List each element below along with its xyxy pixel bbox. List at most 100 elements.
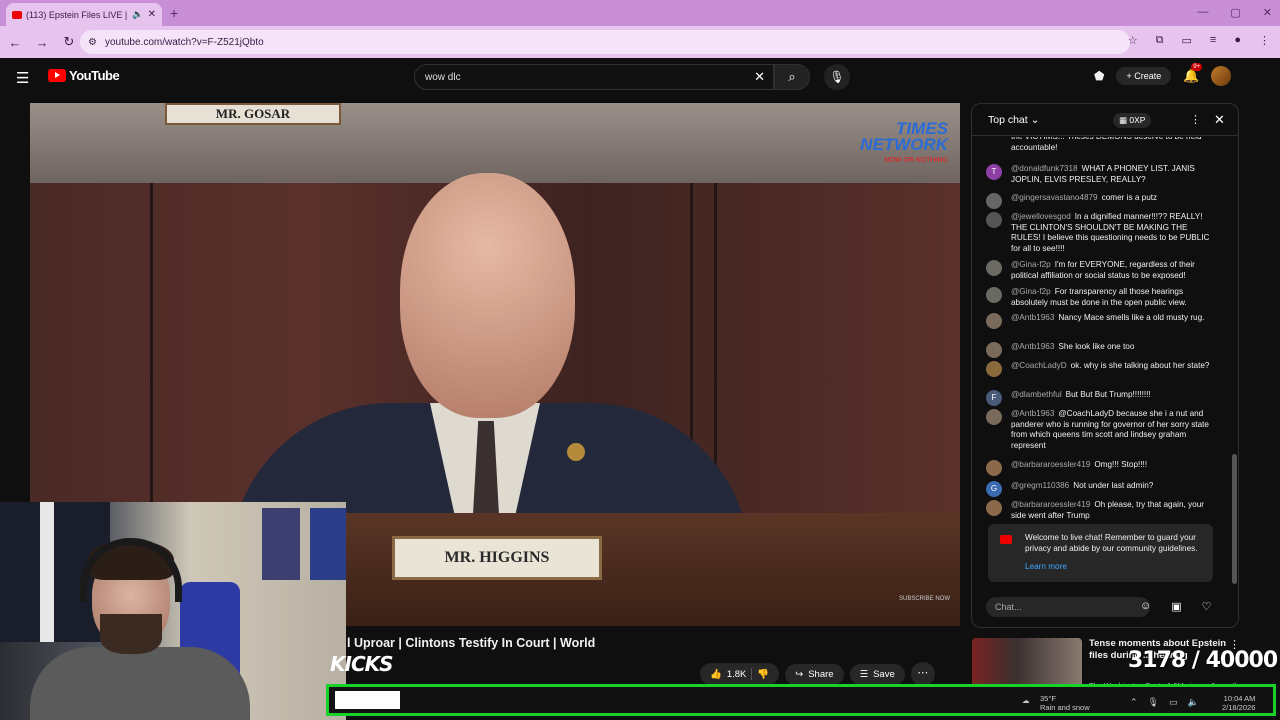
chat-message: the VICTIMS!!! Theses DEMONS deserve to … (986, 137, 1218, 153)
learn-more-link[interactable]: Learn more (1025, 561, 1067, 572)
share-label: Share (808, 668, 834, 680)
nameplate-higgins: MR. HIGGINS (392, 536, 602, 580)
chat-author[interactable]: @Gina-f2p (1011, 287, 1051, 296)
webcam-overlay (0, 502, 346, 720)
chat-message-text: the VICTIMS!!! Theses DEMONS deserve to … (1011, 137, 1202, 152)
cast-icon[interactable]: ⬟ (1094, 69, 1104, 83)
voice-search-button[interactable]: 🎙 (824, 64, 850, 90)
more-actions-icon[interactable]: ⋯ (910, 662, 935, 686)
chat-message: @Antb1963 @CoachLadyD because she i a nut… (986, 409, 1218, 451)
chat-input[interactable]: Chat... (986, 597, 1150, 617)
site-info-icon[interactable]: ⚙ (88, 37, 97, 48)
speaker-icon[interactable]: 🔈 (1188, 697, 1199, 708)
back-icon[interactable]: ← (3, 35, 27, 50)
minimize-icon[interactable]: — (1197, 6, 1208, 19)
search-value: wow dlc (425, 71, 461, 83)
chat-scrollbar[interactable] (1232, 454, 1237, 584)
chat-author[interactable]: @barbararoessler419 (1011, 460, 1090, 469)
profile-icon[interactable]: ● (1234, 34, 1241, 47)
chat-author[interactable]: @gregm110386 (1011, 481, 1069, 490)
chat-author[interactable]: @barbararoessler419 (1011, 500, 1090, 509)
browser-tab[interactable]: (113) Epstein Files LIVE | Cli 🔈 ✕ (6, 3, 162, 26)
microphone-icon[interactable]: 🎙 (1148, 697, 1159, 708)
chat-author[interactable]: @donaldfunk7318 (1011, 164, 1078, 173)
channel-points-badge[interactable]: ▦ 0XP (1113, 113, 1152, 128)
chat-author[interactable]: @Antb1963 (1011, 409, 1054, 418)
chat-message: @gingersavastano4879 comer is a putz (986, 193, 1218, 209)
save-button[interactable]: ☰ Save (849, 663, 905, 685)
chat-more-icon[interactable]: ⋮ (1190, 113, 1201, 126)
display-icon[interactable]: ▭ (1169, 697, 1178, 708)
share-icon: ↪ (795, 668, 804, 680)
star-icon[interactable]: ☆ (1128, 34, 1138, 47)
chat-author[interactable]: @Antb1963 (1011, 313, 1054, 322)
maximize-icon[interactable]: ▢ (1230, 6, 1240, 19)
speaker-icon[interactable]: 🔈 (132, 9, 143, 20)
url-text: youtube.com/watch?v=F-Z521jQbto (104, 36, 264, 48)
chat-avatar (986, 460, 1002, 476)
chat-avatar (986, 361, 1002, 377)
chat-message-text: Not under last admin? (1073, 481, 1154, 490)
streamer-shirt (30, 647, 250, 720)
hamburger-icon[interactable]: ☰ (16, 69, 29, 87)
speaker-head (400, 173, 575, 418)
chat-message: T @donaldfunk7318 WHAT A PHONEY LIST. JAN… (986, 164, 1218, 185)
recommended-thumbnail[interactable] (972, 638, 1082, 688)
new-tab-icon[interactable]: + (170, 5, 178, 21)
search-input[interactable]: wow dlc ✕ (414, 64, 774, 90)
like-dislike-group: 👍 1.8K 👎 (700, 663, 780, 685)
browser-toolbar: ← → ↻ ⚙ youtube.com/watch?v=F-Z521jQbto … (0, 26, 1280, 58)
wall-poster (262, 508, 300, 580)
chat-author[interactable]: @Antb1963 (1011, 342, 1054, 351)
wall-poster (310, 508, 346, 580)
notifications-bell-icon[interactable]: 🔔 9+ (1183, 63, 1203, 84)
youtube-logo[interactable]: YouTube (48, 68, 120, 83)
create-label: Create (1134, 71, 1162, 81)
heart-icon[interactable]: ♡ (1202, 600, 1212, 613)
kebab-menu-icon[interactable]: ⋮ (1259, 34, 1270, 47)
chevron-up-icon[interactable]: ⌃ (1130, 697, 1138, 708)
extensions-icon[interactable]: ⧉ (1156, 34, 1164, 47)
chat-message: @Gina-f2p For transparency all those hear… (986, 287, 1218, 308)
forward-icon[interactable]: → (30, 35, 54, 50)
share-button[interactable]: ↪ Share (785, 663, 844, 685)
clock[interactable]: 10:04 AM 2/18/2026 (1222, 694, 1255, 712)
header-actions: ⬟ + Create 🔔 9+ (1094, 63, 1232, 86)
clear-search-icon[interactable]: ✕ (754, 69, 765, 85)
create-button[interactable]: + Create (1116, 67, 1172, 85)
watermark-sub: NOW OR NOTHING (884, 157, 948, 164)
chat-author[interactable]: @dlambethful (1011, 390, 1062, 399)
dislike-icon[interactable]: 👎 (757, 669, 769, 680)
chat-message: G @gregm110386 Not under last admin? (986, 481, 1218, 497)
reload-icon[interactable]: ↻ (57, 34, 81, 50)
chat-avatar (986, 137, 1002, 148)
chat-close-icon[interactable]: ✕ (1214, 112, 1225, 128)
chat-message: @jewellovesgod In a dignified manner!!!??… (986, 212, 1218, 254)
chat-author[interactable]: @gingersavastano4879 (1011, 193, 1098, 202)
chat-author[interactable]: @CoachLadyD (1011, 361, 1067, 370)
chat-author[interactable]: @jewellovesgod (1011, 212, 1071, 221)
like-icon[interactable]: 👍 (710, 669, 722, 680)
avatar[interactable] (1211, 66, 1232, 86)
weather-widget[interactable]: 35°F Rain and snow (1040, 694, 1090, 712)
chat-message: F @dlambethful But But But Trump!!!!!!!! (986, 390, 1218, 406)
like-count[interactable]: 1.8K (727, 669, 747, 680)
chat-author[interactable]: @Gina-f2p (1011, 260, 1051, 269)
microphone-icon: 🎙 (829, 70, 845, 84)
super-chat-icon[interactable]: ▣ (1171, 600, 1181, 613)
kicks-counter: 3178 / 40000 (1128, 648, 1278, 673)
emoji-icon[interactable]: ☺ (1140, 600, 1151, 613)
chat-message-text: She look like one too (1058, 342, 1135, 351)
chat-message: @barbararoessler419 Omg!!! Stop!!!! (986, 460, 1218, 476)
chat-message: @Antb1963 She look like one too (986, 342, 1218, 358)
address-bar[interactable]: ⚙ youtube.com/watch?v=F-Z521jQbto (80, 30, 1130, 54)
sidebar-icon[interactable]: ▭ (1182, 34, 1192, 47)
search-button[interactable]: ⌕ (774, 64, 810, 90)
welcome-text: Welcome to live chat! Remember to guard … (1025, 533, 1198, 553)
tab-close-icon[interactable]: ✕ (148, 9, 156, 20)
window-close-icon[interactable]: ✕ (1263, 6, 1272, 19)
top-chat-dropdown[interactable]: Top chat ⌄ (988, 114, 1039, 126)
youtube-header: ☰ YouTube wow dlc ✕ ⌕ 🎙 ⬟ + Create 🔔 9+ (0, 58, 1280, 96)
toolbar-actions: ☆ ⧉ ▭ ≡ ● ⋮ (1128, 34, 1270, 47)
menu-list-icon[interactable]: ≡ (1210, 34, 1216, 47)
